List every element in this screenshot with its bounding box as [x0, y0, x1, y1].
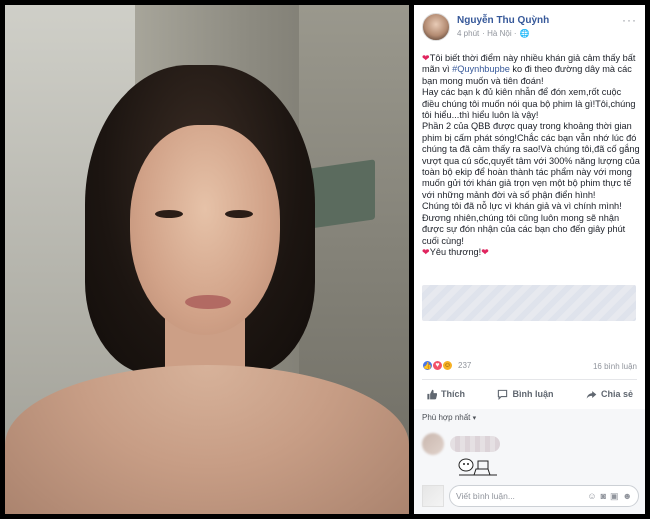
- haha-icon: ☺: [442, 360, 453, 371]
- heart-icon: ❤: [422, 246, 430, 257]
- camera-icon[interactable]: ◙: [601, 491, 606, 502]
- blurred-text: [422, 285, 636, 321]
- comment-button[interactable]: Bình luận: [493, 389, 557, 400]
- sticker-image: [458, 458, 497, 476]
- more-options-icon[interactable]: ···: [622, 13, 637, 27]
- post-photo[interactable]: [5, 5, 409, 514]
- photo-lips: [185, 295, 231, 309]
- reaction-summary[interactable]: 👍 ♥ ☺ 237: [422, 360, 471, 371]
- blurred-comment: [450, 436, 500, 452]
- author-name[interactable]: Nguyễn Thu Quỳnh: [457, 15, 549, 26]
- thumbs-up-icon: [427, 389, 437, 399]
- action-bar: Thích Bình luận Chia sẻ: [422, 383, 637, 405]
- comment-count[interactable]: 16 bình luận: [593, 362, 637, 371]
- sticker-icon[interactable]: ☻: [623, 491, 632, 502]
- comment-icon: [498, 389, 508, 400]
- comment-composer: Viết bình luận... ☺ ◙ ▣ ☻: [422, 485, 639, 507]
- commenter-avatar[interactable]: [422, 433, 444, 455]
- comment-input[interactable]: Viết bình luận... ☺ ◙ ▣ ☻: [449, 485, 639, 507]
- heart-icon: ❤: [422, 53, 430, 63]
- photo-left-eye: [155, 210, 183, 218]
- globe-icon: 🌐: [519, 29, 530, 38]
- post-meta: 4 phút · Hà Nội · 🌐: [457, 29, 529, 38]
- like-button[interactable]: Thích: [422, 389, 469, 400]
- post-paragraph-4: Chúng tôi đã nỗ lực vì khán giả và vì ch…: [422, 201, 622, 212]
- caret-down-icon: ▾: [472, 415, 477, 422]
- post-location[interactable]: · Hà Nội ·: [482, 29, 516, 38]
- post-panel: Nguyễn Thu Quỳnh 4 phút · Hà Nội · 🌐 ···…: [414, 5, 645, 514]
- divider: [422, 379, 637, 380]
- photo-right-eye: [225, 210, 253, 218]
- post-paragraph-2: Hay các bạn k đủ kiên nhẫn để đón xem,rố…: [422, 87, 636, 121]
- share-icon: [586, 390, 597, 399]
- post-paragraph-3: Phần 2 của QBB được quay trong khoảng th…: [422, 121, 640, 200]
- post-text: ❤Tôi biết thời điểm này nhiều khán giả c…: [422, 53, 640, 258]
- hashtag-link[interactable]: #Quynhbupbe: [452, 64, 510, 74]
- post-paragraph-5: Đương nhiên,chúng tôi cũng luôn mong sẽ …: [422, 212, 626, 246]
- reaction-count: 237: [458, 361, 472, 370]
- post-paragraph-6: ❤Yêu thương!❤: [422, 246, 489, 257]
- post-paragraph-1: ❤Tôi biết thời điểm này nhiều khán giả c…: [422, 53, 636, 86]
- share-button[interactable]: Chia sẻ: [582, 389, 637, 400]
- comment-item: [422, 433, 500, 455]
- screenshot-frame: Nguyễn Thu Quỳnh 4 phút · Hà Nội · 🌐 ···…: [0, 0, 650, 519]
- current-user-avatar: [422, 485, 444, 507]
- post-time[interactable]: 4 phút: [457, 29, 479, 38]
- composer-icons: ☺ ◙ ▣ ☻: [587, 491, 632, 502]
- photo-shoulders: [5, 365, 409, 514]
- heart-icon: ❤: [481, 246, 489, 257]
- author-avatar[interactable]: [422, 13, 450, 41]
- emoji-icon[interactable]: ☺: [587, 491, 596, 502]
- comment-sort-dropdown[interactable]: Phù hợp nhất ▾: [422, 413, 476, 422]
- gif-icon[interactable]: ▣: [610, 491, 619, 502]
